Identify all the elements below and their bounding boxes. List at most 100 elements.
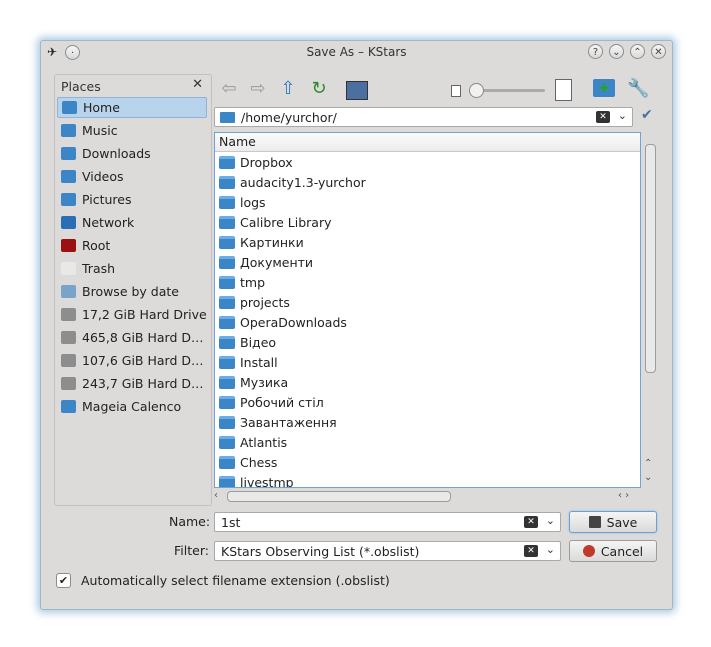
- file-row[interactable]: Картинки: [215, 232, 640, 252]
- place-item[interactable]: Browse by date: [57, 281, 207, 302]
- zoom-in-icon[interactable]: [555, 79, 572, 101]
- help-button[interactable]: ?: [588, 44, 603, 59]
- file-row[interactable]: OperaDownloads: [215, 312, 640, 332]
- filter-label: Filter:: [174, 543, 209, 558]
- place-icon: [61, 239, 76, 252]
- zoom-out-icon[interactable]: [451, 85, 461, 97]
- save-button[interactable]: Save: [569, 511, 657, 533]
- file-row[interactable]: Calibre Library: [215, 212, 640, 232]
- place-icon: [61, 285, 76, 298]
- file-row[interactable]: Install: [215, 352, 640, 372]
- horizontal-scrollbar[interactable]: ‹ ‹ ›: [214, 489, 641, 503]
- file-row[interactable]: Chess: [215, 452, 640, 472]
- accept-path-icon[interactable]: ✔: [641, 107, 653, 123]
- maximize-button[interactable]: ⌃: [630, 44, 645, 59]
- scroll-right-icon[interactable]: ‹ ›: [618, 490, 629, 501]
- file-name: Музика: [240, 374, 289, 390]
- path-text: /home/yurchor/: [241, 110, 337, 125]
- place-item[interactable]: 465,8 GiB Hard Drive: [57, 327, 207, 348]
- place-item[interactable]: Music: [57, 120, 207, 141]
- file-row[interactable]: Відео: [215, 332, 640, 352]
- horizontal-scroll-thumb[interactable]: [227, 491, 451, 502]
- folder-icon: [219, 415, 235, 429]
- vertical-scrollbar[interactable]: ⌃ ⌄: [642, 132, 658, 488]
- cancel-button[interactable]: Cancel: [569, 540, 657, 562]
- place-item[interactable]: Downloads: [57, 143, 207, 164]
- column-header-name[interactable]: Name: [215, 133, 640, 152]
- place-item[interactable]: Trash: [57, 258, 207, 279]
- place-item[interactable]: Mageia Calenco: [57, 396, 207, 417]
- filter-select[interactable]: KStars Observing List (*.obslist) ✕ ⌄: [214, 541, 561, 561]
- window-title: Save As – KStars: [306, 45, 407, 59]
- up-icon[interactable]: ⇧: [277, 78, 299, 100]
- close-button[interactable]: ✕: [651, 44, 666, 59]
- file-row[interactable]: audacity1.3-yurchor: [215, 172, 640, 192]
- file-row[interactable]: livestmp: [215, 472, 640, 488]
- back-icon[interactable]: ⇦: [218, 78, 240, 100]
- filter-dropdown-icon[interactable]: ⌄: [546, 543, 555, 556]
- file-row[interactable]: logs: [215, 192, 640, 212]
- filename-dropdown-icon[interactable]: ⌄: [546, 514, 555, 527]
- minimize-button[interactable]: ⌄: [609, 44, 624, 59]
- close-places-icon[interactable]: ✕: [192, 77, 203, 92]
- new-folder-icon[interactable]: ✚: [593, 79, 615, 97]
- clear-filter-icon[interactable]: ✕: [524, 545, 538, 557]
- file-name: Atlantis: [240, 434, 288, 450]
- place-icon: [61, 331, 76, 344]
- file-name: Calibre Library: [240, 214, 332, 230]
- file-name: livestmp: [240, 474, 294, 488]
- forward-icon[interactable]: ⇨: [247, 78, 269, 100]
- vertical-scroll-thumb[interactable]: [645, 144, 656, 373]
- folder-icon: [219, 335, 235, 349]
- place-item[interactable]: Videos: [57, 166, 207, 187]
- floppy-icon: [588, 516, 601, 528]
- folder-icon: [219, 215, 235, 229]
- file-row[interactable]: Atlantis: [215, 432, 640, 452]
- file-row[interactable]: tmp: [215, 272, 640, 292]
- path-input[interactable]: /home/yurchor/ ✕ ⌄: [214, 107, 633, 127]
- path-dropdown-icon[interactable]: ⌄: [618, 109, 627, 122]
- file-row[interactable]: Завантаження: [215, 412, 640, 432]
- options-icon[interactable]: 🔧: [627, 78, 649, 100]
- zoom-slider[interactable]: [469, 83, 545, 98]
- save-as-dialog: ✈ · Save As – KStars ? ⌄ ⌃ ✕ Places ✕ Ho…: [40, 40, 673, 610]
- place-label: Videos: [82, 169, 124, 184]
- folder-icon: [219, 255, 235, 269]
- place-label: 243,7 GiB Hard Drive: [82, 376, 207, 391]
- place-item[interactable]: Home: [57, 97, 207, 118]
- file-row[interactable]: Музика: [215, 372, 640, 392]
- place-item[interactable]: 243,7 GiB Hard Drive: [57, 373, 207, 394]
- scroll-down-icon[interactable]: ⌄: [644, 472, 652, 483]
- zoom-slider-handle[interactable]: [469, 83, 484, 98]
- place-label: Network: [82, 215, 135, 230]
- scroll-left-icon[interactable]: ‹: [214, 490, 218, 501]
- place-item[interactable]: 107,6 GiB Hard Drive: [57, 350, 207, 371]
- file-name: logs: [240, 194, 266, 210]
- filename-text: 1st: [221, 515, 241, 530]
- place-icon: [61, 262, 76, 275]
- filter-text: KStars Observing List (*.obslist): [221, 544, 420, 559]
- clear-filename-icon[interactable]: ✕: [524, 516, 538, 528]
- place-icon: [62, 101, 77, 114]
- place-item[interactable]: Network: [57, 212, 207, 233]
- preview-icon[interactable]: [346, 81, 368, 100]
- place-item[interactable]: Pictures: [57, 189, 207, 210]
- file-row[interactable]: projects: [215, 292, 640, 312]
- file-row[interactable]: Dropbox: [215, 152, 640, 172]
- folder-icon: [220, 112, 235, 123]
- place-item[interactable]: Root: [57, 235, 207, 256]
- place-icon: [61, 193, 76, 206]
- clear-path-icon[interactable]: ✕: [596, 111, 610, 123]
- save-label: Save: [606, 514, 638, 530]
- filename-input[interactable]: 1st ✕ ⌄: [214, 512, 561, 532]
- file-list[interactable]: Name Dropbox audacity1.3-yurchor logs Calib…: [214, 132, 641, 488]
- file-row[interactable]: Робочий стіл: [215, 392, 640, 412]
- reload-icon[interactable]: ↻: [308, 78, 330, 100]
- scroll-up-icon[interactable]: ⌃: [644, 458, 652, 469]
- place-label: 465,8 GiB Hard Drive: [82, 330, 207, 345]
- file-name: Dropbox: [240, 154, 293, 170]
- place-icon: [61, 377, 76, 390]
- file-row[interactable]: Документи: [215, 252, 640, 272]
- auto-extension-checkbox[interactable]: ✔: [56, 573, 71, 588]
- place-item[interactable]: 17,2 GiB Hard Drive: [57, 304, 207, 325]
